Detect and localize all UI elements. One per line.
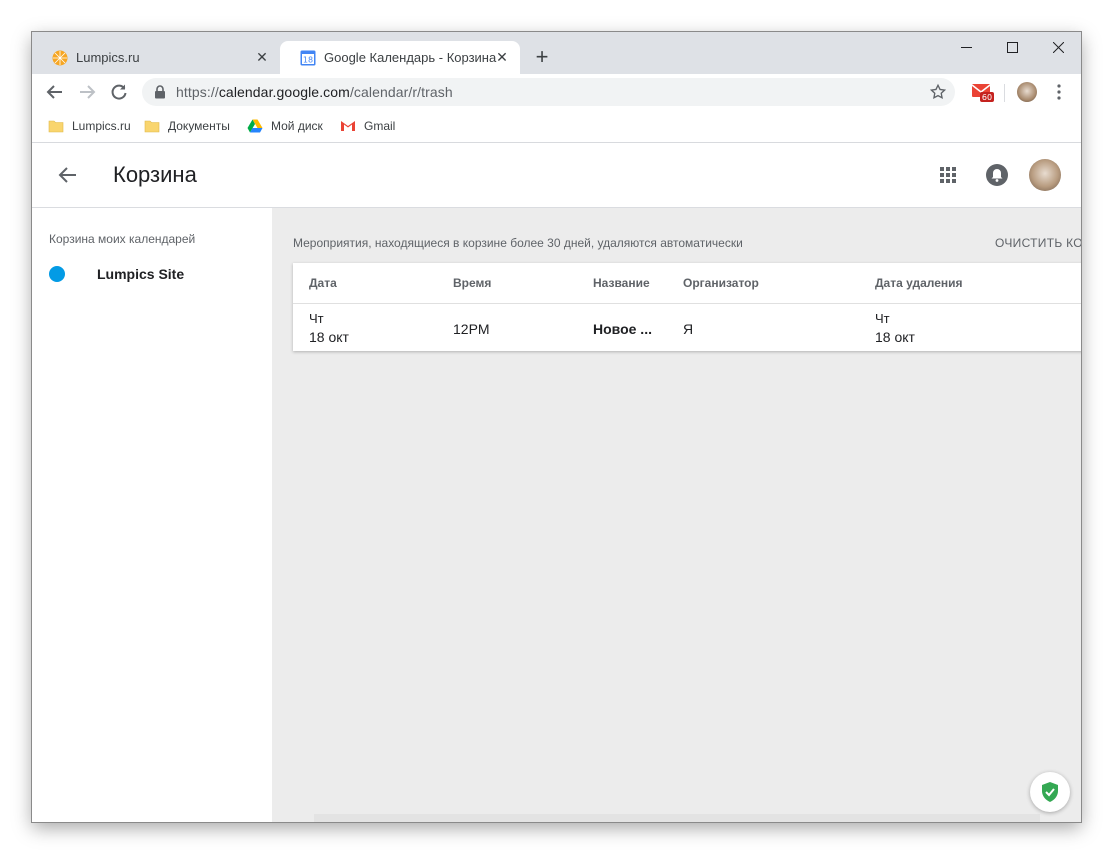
bookmark-label: Gmail: [364, 119, 396, 133]
page-title: Корзина: [113, 162, 197, 187]
security-extension-button[interactable]: [1030, 772, 1070, 812]
forward-arrow-icon: [80, 85, 96, 99]
shield-check-icon: [1042, 782, 1058, 802]
gmail-icon: [341, 121, 355, 131]
bookmark-label: Мой диск: [271, 119, 323, 133]
forward-button[interactable]: [75, 80, 99, 104]
cell-deleted-day: Чт: [875, 311, 890, 326]
url-path: /calendar/r/trash: [349, 84, 453, 100]
lock-icon: [155, 85, 165, 99]
maximize-button[interactable]: [989, 32, 1035, 62]
folder-icon: [144, 120, 160, 133]
reload-icon: [111, 84, 127, 100]
new-tab-button[interactable]: +: [532, 46, 552, 68]
notifications-icon[interactable]: [985, 163, 1009, 187]
sidebar-item-lumpics-site[interactable]: Lumpics Site: [97, 266, 184, 282]
address-bar[interactable]: https://calendar.google.com/calendar/r/t…: [142, 78, 955, 106]
table-row[interactable]: Чт 18 окт 12PM Новое ... Я Чт 18 окт: [293, 304, 1081, 351]
minimize-button[interactable]: [943, 32, 989, 62]
cell-date: 18 окт: [309, 329, 349, 345]
cell-time: 12PM: [453, 321, 490, 337]
maximize-icon: [1006, 41, 1018, 53]
apps-grid-icon[interactable]: [936, 163, 960, 187]
google-drive-icon: [247, 119, 263, 133]
star-icon[interactable]: [929, 83, 947, 101]
calendar-favicon-text: 18: [303, 55, 313, 64]
account-avatar[interactable]: [1029, 159, 1061, 191]
bookmark-label: Lumpics.ru: [72, 119, 131, 133]
profile-button[interactable]: [1015, 80, 1039, 104]
cell-deleted-date: 18 окт: [875, 329, 915, 345]
column-header-organizer: Организатор: [683, 276, 759, 290]
tab-google-calendar[interactable]: 18 Google Календарь - Корзина ✕: [280, 41, 520, 74]
close-icon: [1052, 41, 1064, 53]
column-header-title: Название: [593, 276, 650, 290]
tab-close-icon[interactable]: ✕: [254, 49, 270, 65]
minimize-icon: [960, 46, 972, 48]
trash-content: Корзина моих календарей Lumpics Site Мер…: [32, 208, 1081, 822]
url-scheme: https://: [176, 84, 219, 100]
calendar-favicon-icon: 18: [300, 50, 316, 65]
horizontal-scrollbar[interactable]: [314, 814, 1040, 822]
column-header-deleted-date: Дата удаления: [875, 276, 963, 290]
bookmark-gmail[interactable]: Gmail: [340, 117, 395, 135]
gmail-extension-button[interactable]: 60: [971, 80, 995, 104]
bookmarks-bar: Lumpics.ru Документы Мой диск Gmail: [32, 110, 1081, 143]
browser-toolbar: https://calendar.google.com/calendar/r/t…: [32, 74, 1081, 110]
orange-favicon-icon: [52, 50, 68, 65]
cell-title: Новое ...: [593, 321, 652, 337]
gmail-icon: 60: [972, 84, 994, 102]
url-host: calendar.google.com: [218, 84, 350, 100]
more-vert-icon: [1057, 84, 1061, 100]
trash-main: Мероприятия, находящиеся в корзине более…: [272, 208, 1081, 822]
calendar-header: Корзина: [32, 143, 1081, 208]
tab-lumpics[interactable]: Lumpics.ru ✕: [32, 41, 280, 74]
calendar-color-dot: [49, 266, 65, 282]
gmail-badge: 60: [982, 93, 992, 102]
menu-button[interactable]: [1047, 80, 1071, 104]
cell-organizer: Я: [683, 321, 694, 337]
folder-icon: [48, 120, 64, 133]
profile-avatar: [1017, 82, 1037, 102]
column-header-time: Время: [453, 276, 492, 290]
tab-title: Google Календарь - Корзина: [324, 50, 497, 65]
tab-strip: Lumpics.ru ✕ 18 Google Календарь - Корзи…: [32, 32, 1081, 74]
url-text: https://calendar.google.com/calendar/r/t…: [176, 84, 453, 100]
auto-delete-notice: Мероприятия, находящиеся в корзине более…: [293, 236, 743, 250]
close-window-button[interactable]: [1035, 32, 1081, 62]
tab-close-icon[interactable]: ✕: [494, 49, 510, 65]
bookmark-documents[interactable]: Документы: [144, 117, 230, 135]
back-arrow-icon[interactable]: [56, 163, 80, 187]
empty-trash-button[interactable]: ОЧИСТИТЬ КОР: [995, 236, 1081, 250]
back-button[interactable]: [43, 80, 67, 104]
reload-button[interactable]: [107, 80, 131, 104]
cell-date-day: Чт: [309, 311, 324, 326]
back-arrow-icon: [46, 85, 62, 99]
bookmark-label: Документы: [168, 119, 230, 133]
browser-window: Lumpics.ru ✕ 18 Google Календарь - Корзи…: [32, 32, 1081, 822]
bookmark-drive[interactable]: Мой диск: [247, 117, 323, 135]
tab-title: Lumpics.ru: [76, 50, 140, 65]
trash-table: Дата Время Название Организатор Дата уда…: [293, 263, 1081, 351]
sidebar-heading: Корзина моих календарей: [49, 232, 196, 246]
bookmark-lumpics[interactable]: Lumpics.ru: [48, 117, 131, 135]
column-header-date: Дата: [309, 276, 337, 290]
toolbar-divider: [1004, 84, 1005, 102]
